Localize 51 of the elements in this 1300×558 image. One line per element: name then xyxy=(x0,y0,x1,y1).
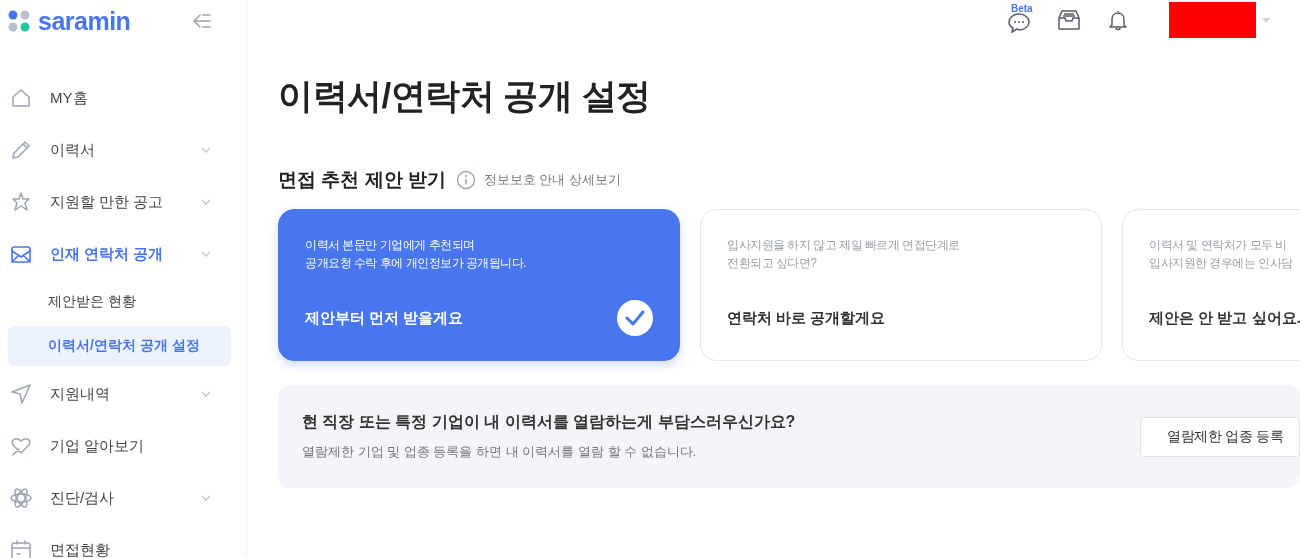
card-label: 연락처 바로 공개할게요 xyxy=(727,308,886,328)
send-icon xyxy=(10,383,32,405)
banner-text: 열람제한 기업 및 업종 등록을 하면 내 이력서를 열람 할 수 없습니다. xyxy=(302,443,698,461)
section-title: 면접 추천 제안 받기 xyxy=(278,168,446,192)
card-label: 제안은 안 받고 싶어요. xyxy=(1149,308,1300,328)
card-description: 전환되고 싶다면? xyxy=(727,255,818,272)
submenu-item[interactable]: 이력서/연락처 공개 설정 xyxy=(8,326,231,366)
sidebar-label: 기업 알아보기 xyxy=(50,436,146,456)
logo-dots-icon xyxy=(8,10,30,32)
option-card[interactable]: 이력서 본문만 기업에게 추천되며 공개요청 수락 후에 개인정보가 공개됩니다. 제안부터 먼저 받을게요 xyxy=(278,209,680,361)
card-description: 공개요청 수락 후에 개인정보가 공개됩니다. xyxy=(305,255,528,272)
card-label: 제안부터 먼저 받을게요 xyxy=(305,308,464,328)
checkmark-icon xyxy=(617,300,653,336)
sidebar-label: MY홈 xyxy=(50,88,89,108)
heart-icon xyxy=(10,435,32,457)
logo-text: saramin xyxy=(38,6,131,36)
card-description: 이력서 본문만 기업에게 추천되며 xyxy=(305,237,476,254)
option-card[interactable]: 이력서 및 연락처가 모두 비 입사지원한 경우에는 인사담 제안은 안 받고 싶어요. xyxy=(1122,209,1300,361)
calendar-icon xyxy=(10,539,32,558)
atom-icon xyxy=(10,487,32,509)
sidebar-label: 인재 연락처 공개 xyxy=(50,244,165,264)
card-description: 입사지원을 하지 않고 제일 빠르게 면접단계로 xyxy=(727,237,961,254)
privacy-link[interactable]: 정보보호 안내 상세보기 xyxy=(483,171,622,189)
sidebar-item[interactable]: 지원할 만한 공고 xyxy=(8,176,231,228)
sidebar-item[interactable]: 기업 알아보기 xyxy=(8,420,231,472)
sidebar-item[interactable]: 이력서 xyxy=(8,124,231,176)
option-card[interactable]: 입사지원을 하지 않고 제일 빠르게 면접단계로 전환되고 싶다면? 연락처 바로 공개할게요 xyxy=(700,209,1102,361)
card-description: 입사지원한 경우에는 인사담 xyxy=(1149,255,1294,272)
card-description: 이력서 및 연락처가 모두 비 xyxy=(1149,237,1288,254)
sidebar-label: 면접현황 xyxy=(50,540,111,558)
bell-icon[interactable] xyxy=(1107,9,1129,31)
beta-label: Beta xyxy=(1011,4,1033,14)
inbox-icon[interactable] xyxy=(1057,9,1081,31)
banner-title: 현 직장 또는 특정 기업이 내 이력서를 열람하는게 부담스러우신가요? xyxy=(302,412,796,432)
star-icon xyxy=(10,191,32,213)
envelope-icon xyxy=(10,243,32,265)
sidebar-item[interactable]: 진단/검사 xyxy=(8,472,231,524)
sidebar-label: 이력서 xyxy=(50,140,96,160)
submenu-item[interactable]: 제안받은 현황 xyxy=(8,282,231,322)
sidebar-item[interactable]: 지원내역 xyxy=(8,368,231,420)
sidebar-item[interactable]: 면접현황 xyxy=(8,524,231,558)
page-title: 이력서/연락처 공개 설정 xyxy=(278,75,652,117)
chat-bubble-icon[interactable] xyxy=(1007,11,1031,33)
home-icon xyxy=(10,87,32,109)
sidebar-item[interactable]: 인재 연락처 공개 xyxy=(8,228,231,280)
pencil-icon xyxy=(10,139,32,161)
sidebar-label: 지원내역 xyxy=(50,384,111,404)
sidebar-label: 진단/검사 xyxy=(50,488,116,508)
sidebar-item[interactable]: MY홈 xyxy=(8,72,231,124)
register-button[interactable]: 열람제한 업종 등록 xyxy=(1140,416,1300,457)
sidebar-label: 지원할 만한 공고 xyxy=(50,192,165,212)
